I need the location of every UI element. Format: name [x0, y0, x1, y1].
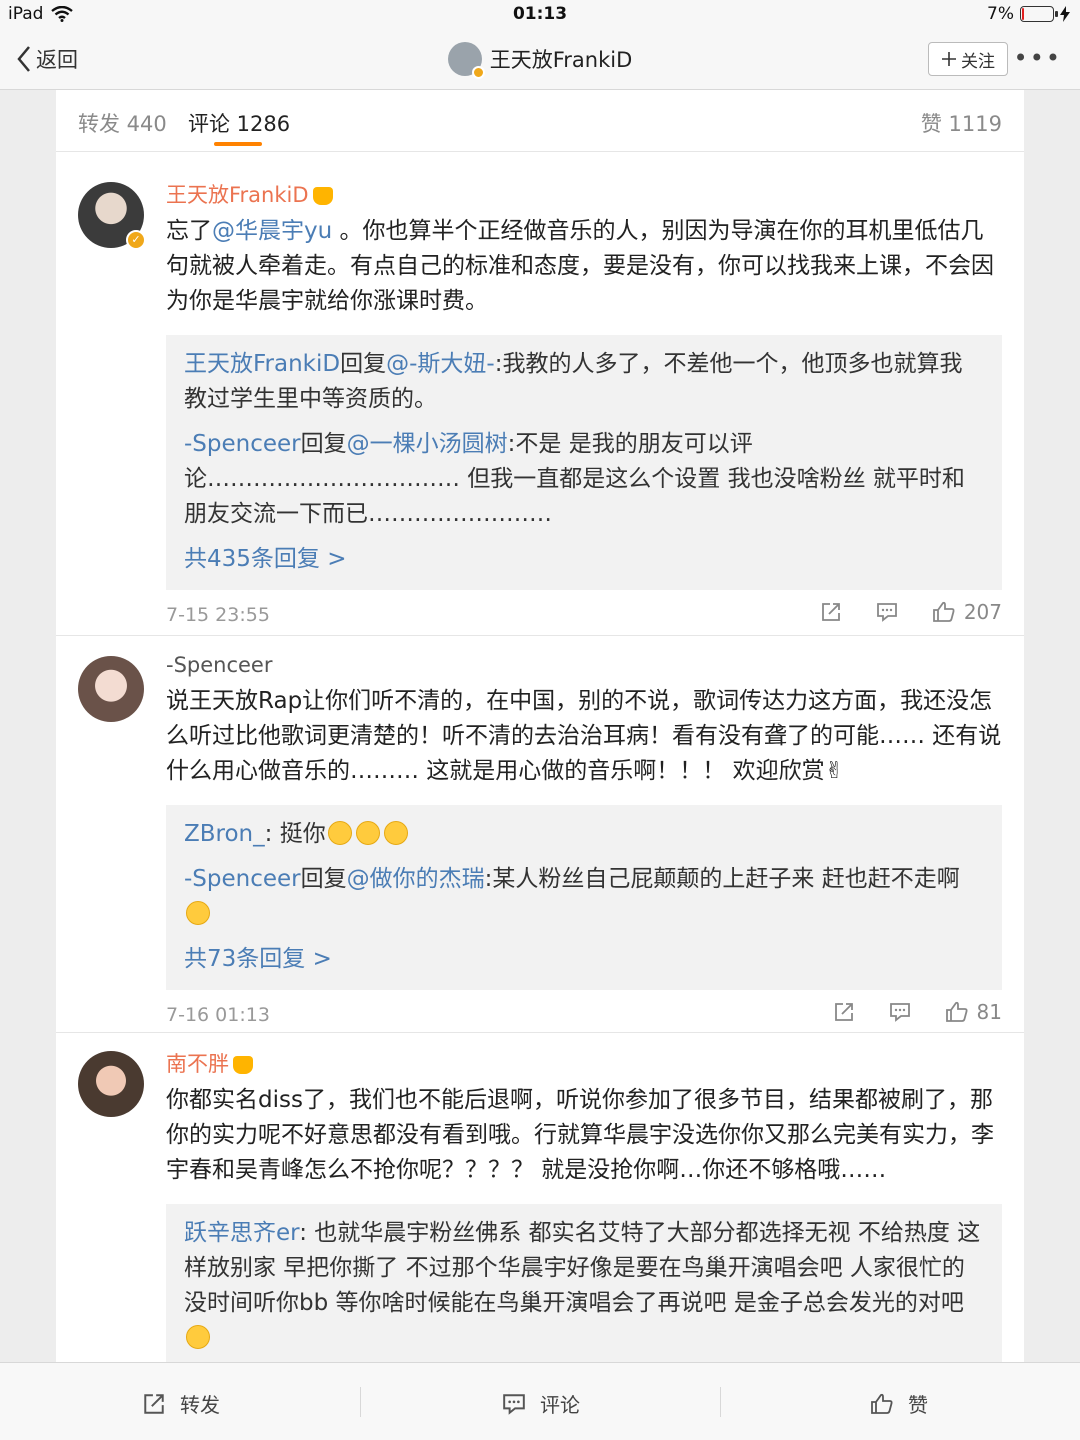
avatar[interactable]: ✓: [78, 182, 146, 250]
more-replies-link[interactable]: 共73条回复 >: [184, 942, 984, 976]
comment-text: 忘了@华晨宇yu 。你也算半个正经做音乐的人，别因为导演在你的耳机里低估几句就被…: [166, 214, 1002, 319]
like-count: 81: [976, 1000, 1002, 1024]
reply-author[interactable]: -Spenceer: [184, 431, 301, 457]
reply-text: :某人粉丝自己屁颠颠的上赶子来 赶也赶不走啊: [484, 866, 960, 892]
comment-item: -Spenceer 说王天放Rap让你们听不清的，在中国，别的不说，歌词传达力这…: [56, 636, 1024, 1033]
battery-percent: 7%: [987, 4, 1014, 24]
comment-button[interactable]: 评论: [502, 1389, 580, 1418]
reply-box: 王天放FrankiD回复@-斯大妞-:我教的人多了，不差他一个，他顶多也就算我教…: [166, 335, 1002, 590]
smile-emoji-icon: [186, 901, 210, 925]
emoji-icon: [383, 821, 408, 845]
mention-link[interactable]: @华晨宇yu: [212, 218, 332, 244]
comment-icon[interactable]: [889, 1001, 911, 1023]
like-label: 赞: [908, 1393, 928, 1417]
smile-emoji-icon: [186, 1325, 210, 1349]
member-crown-icon: [312, 187, 333, 205]
tab-repost[interactable]: 转发 440: [78, 108, 167, 138]
thumbs-up-icon: [932, 601, 955, 622]
reply-item[interactable]: -Spenceer回复@一棵小汤圆树:不是 是我的朋友可以评论…………………………: [184, 427, 984, 532]
reply-item[interactable]: ZBron_: 挺你: [184, 817, 984, 852]
reply-verb: 回复: [340, 351, 387, 377]
repost-label: 转发: [180, 1393, 220, 1417]
page-title: 王天放FrankiD: [489, 48, 633, 72]
comment-date: 7-16 01:13: [166, 1004, 270, 1026]
reply-author[interactable]: 跃辛思齐er: [184, 1220, 299, 1246]
verified-badge-icon: ✓: [126, 230, 146, 250]
plus-icon: [942, 52, 956, 66]
avatar: [447, 42, 485, 79]
like-toolbar-button[interactable]: 赞: [870, 1389, 928, 1418]
tab-bar: 转发 440 评论 1286 赞 1119: [56, 90, 1024, 152]
repost-button[interactable]: 转发: [142, 1389, 220, 1418]
like-button[interactable]: 207: [932, 600, 1002, 624]
reply-author[interactable]: 王天放FrankiD: [184, 351, 340, 377]
comment-text: 你都实名diss了，我们也不能后退啊，听说你参加了很多节目，结果都被刷了，那你的…: [166, 1087, 994, 1183]
tab-comments[interactable]: 评论 1286: [188, 108, 290, 138]
nav-bar: 返回 王天放FrankiD 关注 •••: [0, 30, 1080, 90]
share-icon: [144, 1393, 164, 1414]
share-icon[interactable]: [820, 601, 842, 623]
reply-verb: 回复: [300, 866, 347, 892]
comment-label: 评论: [540, 1393, 580, 1417]
verified-badge-icon: [471, 66, 485, 79]
follow-label: 关注: [961, 51, 995, 72]
comment-item: ✓ 王天放FrankiD 忘了@华晨宇yu 。你也算半个正经做音乐的人，别因为导…: [56, 152, 1024, 636]
thumbs-up-icon: [871, 1393, 893, 1414]
divider: [360, 1387, 361, 1417]
reply-verb: 回复: [300, 431, 347, 457]
author-name: -Spenceer: [166, 653, 273, 677]
comment-icon[interactable]: [876, 601, 898, 623]
mention-link[interactable]: @-斯大妞-: [386, 351, 495, 377]
comment-text: 说王天放Rap让你们听不清的，在中国，别的不说，歌词传达力这方面，我还没怎么听过…: [166, 688, 1002, 784]
like-count: 207: [963, 600, 1002, 624]
reply-item[interactable]: -Spenceer回复@做你的杰瑞:某人粉丝自己屁颠颠的上赶子来 赶也赶不走啊: [184, 862, 984, 932]
reply-text: : 挺你: [264, 821, 326, 847]
avatar[interactable]: [78, 1051, 144, 1117]
share-icon[interactable]: [833, 1001, 855, 1023]
member-crown-icon: [233, 1056, 253, 1074]
divider: [720, 1387, 721, 1417]
mention-link[interactable]: @做你的杰瑞: [347, 866, 485, 892]
comment-icon: [503, 1393, 525, 1415]
thumbs-up-icon: [945, 1001, 968, 1022]
reply-text: : 也就华晨宇粉丝佛系 都实名艾特了大部分都选择无视 不给热度 这样放别家 早把…: [184, 1220, 981, 1316]
bottom-toolbar: 转发 评论 赞: [0, 1362, 1080, 1440]
status-bar: iPad 01:13 7%: [0, 0, 1080, 30]
battery-icon: [1020, 6, 1058, 22]
comment-author[interactable]: 南不胖: [166, 1049, 1002, 1079]
more-options-button[interactable]: •••: [1014, 46, 1062, 70]
comment-author[interactable]: -Spenceer: [166, 650, 1002, 680]
reply-author[interactable]: -Spenceer: [184, 866, 301, 892]
comment-date: 7-15 23:55: [166, 604, 270, 626]
avatar[interactable]: [78, 656, 144, 722]
reply-box: ZBron_: 挺你 -Spenceer回复@做你的杰瑞:某人粉丝自己屁颠颠的上…: [166, 805, 1002, 990]
comments-card: 转发 440 评论 1286 赞 1119 ✓ 王天放FrankiD 忘了@华晨…: [56, 90, 1024, 1362]
clock: 01:13: [512, 4, 568, 24]
like-button[interactable]: 81: [945, 1000, 1002, 1024]
emoji-icon: [355, 821, 380, 845]
tab-likes[interactable]: 赞 1119: [921, 108, 1002, 138]
author-name: 南不胖: [166, 1052, 229, 1076]
charging-icon: [1060, 6, 1070, 22]
mention-link[interactable]: @一棵小汤圆树: [347, 431, 508, 457]
nav-title-group[interactable]: 王天放FrankiD: [0, 42, 1080, 79]
reply-box: 跃辛思齐er: 也就华晨宇粉丝佛系 都实名艾特了大部分都选择无视 不给热度 这样…: [166, 1204, 1002, 1362]
reply-item[interactable]: 跃辛思齐er: 也就华晨宇粉丝佛系 都实名艾特了大部分都选择无视 不给热度 这样…: [184, 1216, 984, 1356]
active-tab-indicator: [214, 142, 262, 146]
reply-item[interactable]: 王天放FrankiD回复@-斯大妞-:我教的人多了，不差他一个，他顶多也就算我教…: [184, 347, 984, 417]
emoji-icon: [327, 821, 352, 845]
comment-item: 南不胖 你都实名diss了，我们也不能后退啊，听说你参加了很多节目，结果都被刷了…: [56, 1033, 1024, 1362]
author-name: 王天放FrankiD: [166, 183, 309, 207]
comment-text-part: 忘了: [166, 218, 212, 244]
follow-button[interactable]: 关注: [928, 42, 1008, 76]
comment-author[interactable]: 王天放FrankiD: [166, 180, 1002, 210]
reply-author[interactable]: ZBron_: [184, 821, 265, 847]
more-replies-link[interactable]: 共435条回复 >: [184, 542, 984, 576]
